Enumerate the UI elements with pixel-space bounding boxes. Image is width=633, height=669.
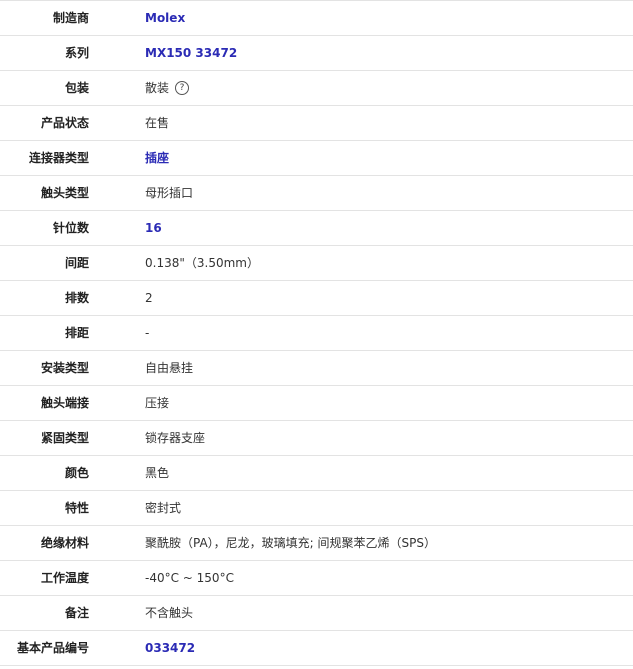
spec-label: 安装类型: [40, 361, 89, 375]
spec-row-mounting-type: 安装类型 自由悬挂: [0, 351, 633, 386]
spec-label: 颜色: [64, 466, 89, 480]
base-product-number-link[interactable]: 033472: [89, 631, 195, 665]
spec-row-packaging: 包装 散装 ?: [0, 71, 633, 106]
spec-label: 基本产品编号: [16, 641, 89, 655]
spec-label: 排数: [64, 291, 89, 305]
spec-label: 产品状态: [40, 116, 89, 130]
spec-label: 特性: [64, 501, 89, 515]
spec-row-notes: 备注 不含触头: [0, 596, 633, 631]
spec-row-rows: 排数 2: [0, 281, 633, 316]
spec-row-positions: 针位数 16: [0, 211, 633, 246]
spec-value: 压接: [145, 396, 170, 410]
spec-value: -: [145, 326, 150, 340]
spec-row-color: 颜色 黑色: [0, 456, 633, 491]
spec-label: 紧固类型: [40, 431, 89, 445]
help-circle-icon[interactable]: ?: [175, 81, 190, 95]
spec-value-packaging: 散装 ?: [89, 71, 190, 105]
spec-label: 制造商: [52, 11, 89, 25]
connector-type-link[interactable]: 插座: [89, 141, 169, 175]
spec-row-fastening-type: 紧固类型 锁存器支座: [0, 421, 633, 456]
spec-label: 触头类型: [40, 186, 89, 200]
spec-value: 0.138"（3.50mm）: [145, 256, 259, 270]
spec-value: 自由悬挂: [145, 361, 194, 375]
series-link[interactable]: MX150 33472: [89, 36, 237, 70]
spec-label: 连接器类型: [28, 151, 89, 165]
spec-value: 在售: [145, 116, 170, 130]
spec-label: 针位数: [52, 221, 89, 235]
spec-row-row-spacing: 排距 -: [0, 316, 633, 351]
spec-value: 密封式: [145, 501, 182, 515]
packaging-value: 散装: [145, 81, 170, 95]
spec-label: 排距: [64, 326, 89, 340]
spec-value: 聚酰胺（PA），尼龙，玻璃填充; 间规聚苯乙烯（SPS）: [145, 536, 437, 550]
spec-label: 触头端接: [40, 396, 89, 410]
spec-label: 间距: [64, 256, 89, 270]
spec-row-pitch: 间距 0.138"（3.50mm）: [0, 246, 633, 281]
spec-row-insulation-material: 绝缘材料 聚酰胺（PA），尼龙，玻璃填充; 间规聚苯乙烯（SPS）: [0, 526, 633, 561]
spec-row-operating-temperature: 工作温度 -40°C ~ 150°C: [0, 561, 633, 596]
spec-label: 绝缘材料: [40, 536, 89, 550]
spec-row-termination: 触头端接 压接: [0, 386, 633, 421]
spec-value: 不含触头: [145, 606, 194, 620]
spec-row-contact-type: 触头类型 母形插口: [0, 176, 633, 211]
spec-label: 工作温度: [40, 571, 89, 585]
spec-label: 包装: [64, 81, 89, 95]
spec-row-series: 系列 MX150 33472: [0, 36, 633, 71]
spec-value: 母形插口: [145, 186, 194, 200]
spec-value: 2: [145, 291, 153, 305]
spec-label: 备注: [64, 606, 89, 620]
manufacturer-link[interactable]: Molex: [89, 1, 185, 35]
spec-value: 黑色: [145, 466, 170, 480]
spec-label: 系列: [64, 46, 89, 60]
spec-row-manufacturer: 制造商 Molex: [0, 1, 633, 36]
product-spec-table: 制造商 Molex 系列 MX150 33472 包装 散装 ? 产品状态 在售…: [0, 0, 633, 666]
spec-row-features: 特性 密封式: [0, 491, 633, 526]
spec-row-base-product-number: 基本产品编号 033472: [0, 631, 633, 666]
spec-row-connector-type: 连接器类型 插座: [0, 141, 633, 176]
spec-row-product-status: 产品状态 在售: [0, 106, 633, 141]
spec-value: -40°C ~ 150°C: [145, 571, 234, 585]
positions-link[interactable]: 16: [89, 211, 162, 245]
spec-value: 锁存器支座: [145, 431, 206, 445]
